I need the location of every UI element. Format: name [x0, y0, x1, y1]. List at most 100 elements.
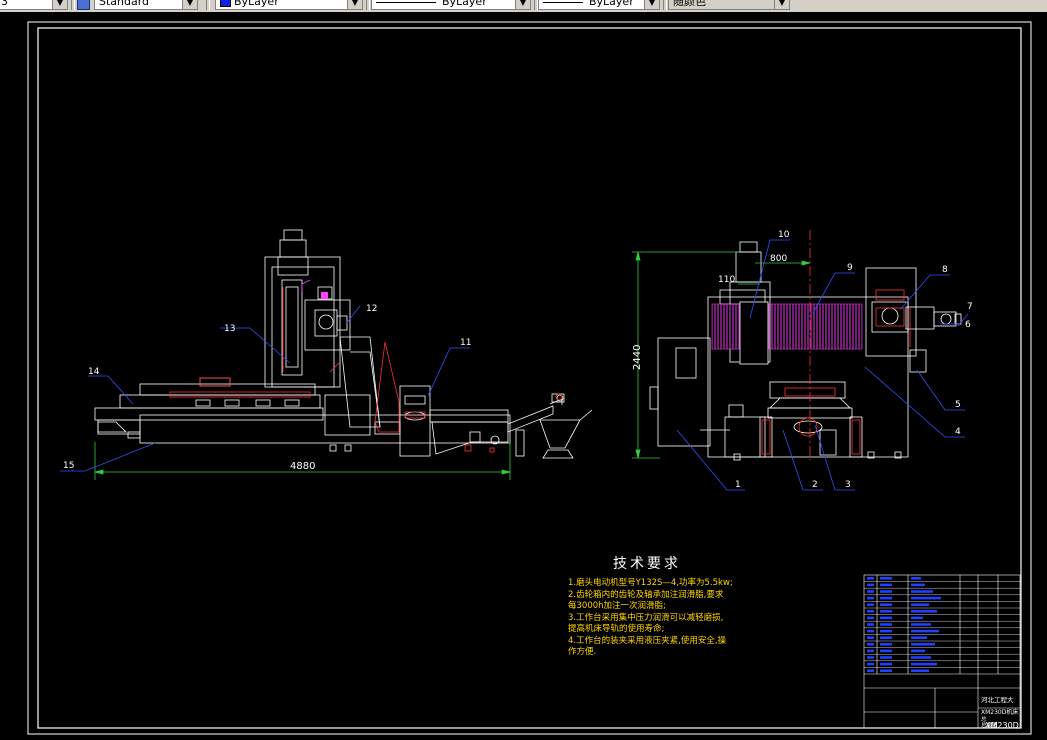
parts-list-code-mark [880, 596, 892, 600]
parts-list-code-mark [880, 610, 892, 613]
part-label-1: 1 [735, 480, 741, 490]
sheet-border [27, 21, 1032, 735]
dimension-2440-label: 2440 [632, 345, 643, 370]
parts-list-name-mark [911, 662, 937, 666]
part-label-14: 14 [88, 367, 100, 377]
lineweight-value: ByLayer [589, 0, 634, 8]
tech-requirements-title: 技术要求 [613, 556, 681, 572]
parts-list-index-mark [867, 610, 874, 613]
part-label-7: 7 [967, 302, 973, 312]
part-label-11: 11 [460, 338, 471, 348]
chevron-down-icon[interactable]: ▼ [515, 0, 530, 9]
linetype-preview [376, 1, 436, 3]
magenta-arc [301, 279, 311, 292]
guard-hatching [712, 304, 862, 349]
parts-list-index-mark [867, 590, 874, 593]
parts-list-index-mark [867, 669, 874, 672]
lineweight-preview [543, 1, 583, 3]
tech-note: 提高机床导轨的使用寿命; [568, 624, 665, 634]
part-label-10: 10 [778, 230, 790, 240]
toolbar-separator [206, 0, 210, 10]
part-label-2: 2 [812, 480, 818, 490]
parts-list-code-mark [880, 616, 892, 620]
part-label-5: 5 [955, 400, 961, 410]
parts-list-code-mark [880, 583, 892, 587]
parts-list-index-mark [867, 596, 874, 600]
left-combo[interactable]: 3 ▼ [0, 0, 68, 10]
parts-list-index-mark [867, 603, 874, 606]
parts-list-name-mark [911, 623, 931, 626]
part-label-4: 4 [955, 427, 961, 437]
part-label-15: 15 [63, 461, 74, 471]
dimension-800-label: 800 [770, 254, 787, 264]
lineweight-select[interactable]: ByLayer ▼ [538, 0, 660, 10]
chevron-down-icon[interactable]: ▼ [182, 0, 197, 9]
parts-list-index-mark [867, 577, 874, 580]
text-style-select[interactable]: Standard ▼ [94, 0, 198, 10]
parts-list-index-mark [867, 636, 874, 639]
parts-list-index-mark [867, 583, 874, 587]
toolbar-separator [663, 0, 667, 10]
parts-list-code-mark [880, 603, 892, 606]
parts-list-name-mark [911, 610, 937, 613]
parts-list-code-mark [880, 662, 892, 666]
drawing-canvas[interactable]: 4880 11 12 13 14 15 2440 800 110 1 2 3 4… [0, 12, 1047, 740]
text-style-icon[interactable] [77, 0, 90, 10]
side-view [649, 241, 962, 461]
drawing-frame [37, 27, 1022, 729]
part-label-6: 6 [965, 320, 971, 330]
chevron-down-icon[interactable]: ▼ [52, 0, 67, 9]
parts-list-index-mark [867, 649, 874, 653]
parts-list-code-mark [880, 623, 892, 626]
parts-list-code-mark [880, 669, 892, 672]
color-value: ByLayer [234, 0, 279, 8]
parts-list-name-mark [911, 603, 929, 606]
parts-list-index-mark [867, 629, 874, 633]
parts-list-name-mark [911, 590, 933, 593]
chevron-down-icon[interactable]: ▼ [347, 0, 362, 9]
plot-style-value: 随颜色 [673, 0, 706, 8]
parts-list-name-mark [911, 669, 929, 672]
color-swatch [220, 0, 231, 7]
part-label-9: 9 [847, 263, 853, 273]
tech-note: 4.工作台的装夹采用液压夹紧,使用安全,操 [568, 635, 727, 646]
chevron-down-icon[interactable]: ▼ [644, 0, 659, 9]
dimension-110-label: 110 [718, 275, 735, 285]
parts-list-index-mark [867, 643, 874, 646]
toolbar-separator [71, 0, 75, 10]
tech-note: 2.齿轮箱内的齿轮及轴承加注润滑脂,要求 [568, 589, 724, 600]
part-label-8: 8 [942, 265, 948, 275]
properties-toolbar: 3 ▼ Standard ▼ ByLayer ▼ ByLayer ▼ ByLay… [0, 0, 1047, 12]
parts-list-index-mark [867, 662, 874, 666]
parts-list-name-mark [911, 656, 931, 659]
parts-list-name-mark [911, 583, 925, 587]
tech-note: 每3000h加注一次润滑脂; [568, 601, 666, 611]
text-style-value: Standard [99, 0, 150, 8]
left-combo-value: 3 [1, 0, 8, 8]
toolbar-separator [366, 0, 370, 10]
color-select[interactable]: ByLayer ▼ [215, 0, 363, 10]
tech-requirements-notes: 1.磨头电动机型号Y132S—4,功率为5.5kw; 2.齿轮箱内的齿轮及轴承加… [568, 578, 768, 659]
parts-list-name-mark [911, 649, 925, 653]
parts-list-name-mark [911, 577, 921, 580]
linetype-value: ByLayer [442, 0, 487, 8]
plot-style-select[interactable]: 随颜色 ▼ [668, 0, 790, 10]
parts-list-index-mark [867, 656, 874, 659]
parts-list-code-mark [880, 643, 892, 646]
part-label-12: 12 [366, 304, 377, 314]
parts-list-code-mark [880, 590, 892, 593]
parts-list-entries [867, 577, 941, 672]
chevron-down-icon[interactable]: ▼ [774, 0, 789, 9]
dimension-4880-label: 4880 [290, 461, 315, 472]
linetype-select[interactable]: ByLayer ▼ [371, 0, 531, 10]
parts-list-name-mark [911, 636, 927, 639]
parts-list-name-mark [911, 596, 941, 600]
tech-note: 1.磨头电动机型号Y132S—4,功率为5.5kw; [568, 578, 733, 588]
part-label-13: 13 [224, 324, 235, 334]
parts-list-name-mark [911, 616, 923, 620]
cad-drawing: 4880 11 12 13 14 15 2440 800 110 1 2 3 4… [27, 21, 1032, 735]
parts-list-index-mark [867, 616, 874, 620]
front-view [94, 229, 593, 459]
motor-housing [739, 301, 769, 365]
parts-list-code-mark [880, 577, 892, 580]
